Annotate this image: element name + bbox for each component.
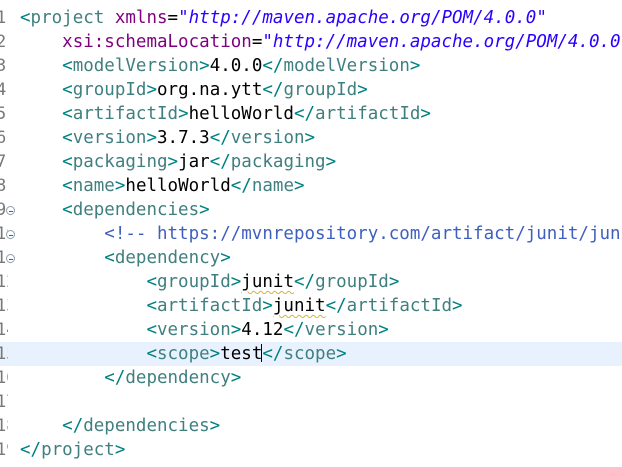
xml-tag: version xyxy=(304,320,379,340)
xml-tag: dependencies xyxy=(72,200,200,220)
code-text: </project> xyxy=(20,440,126,460)
code-line-13[interactable]: 13 <artifactId>junit</artifactId> xyxy=(0,294,622,318)
line-number: 12 xyxy=(0,272,8,292)
fold-collapse-icon[interactable] xyxy=(6,254,15,263)
code-text: <scope>test</scope> xyxy=(146,344,347,364)
xml-value: junit xyxy=(272,296,326,316)
fold-collapse-icon[interactable] xyxy=(6,206,15,215)
line-number: 17 xyxy=(0,392,8,412)
xml-tag: project xyxy=(41,440,115,460)
code-line-8[interactable]: 8 <name>helloWorld</name> xyxy=(0,174,622,198)
code-text: <version>4.12</version> xyxy=(146,320,389,340)
code-text: <groupId>org.na.ytt</groupId> xyxy=(62,80,368,100)
xml-comment: <!-- https://mvnrepository.com/artifact/… xyxy=(104,224,622,244)
xml-tag: name xyxy=(251,176,294,196)
xml-tag: artifactId xyxy=(315,104,421,124)
xml-tag: modelVersion xyxy=(72,56,200,76)
line-number: 19 xyxy=(0,440,8,460)
xml-attribute: xsi:schemaLocation xyxy=(62,32,252,52)
code-line-5[interactable]: 5 <artifactId>helloWorld</artifactId> xyxy=(0,102,622,126)
line-number: 18 xyxy=(0,416,8,436)
code-text: <artifactId>helloWorld</artifactId> xyxy=(62,104,431,124)
line-number: 14 xyxy=(0,320,8,340)
code-text: <artifactId>junit</artifactId> xyxy=(146,296,463,316)
code-text: <version>3.7.3</version> xyxy=(62,128,316,148)
xml-value: helloWorld xyxy=(125,176,231,196)
xml-tag: artifactId xyxy=(346,296,453,316)
xml-tag: scope xyxy=(283,344,337,364)
code-text: </dependencies> xyxy=(62,416,221,436)
code-line-9[interactable]: 9 <dependencies> xyxy=(0,198,622,222)
xml-tag: modelVersion xyxy=(283,56,410,76)
code-line-7[interactable]: 7 <packaging>jar</packaging> xyxy=(0,150,622,174)
code-text: </dependency> xyxy=(104,368,242,388)
code-text: <modelVersion>4.0.0</modelVersion> xyxy=(62,56,421,76)
line-number: 5 xyxy=(0,104,7,124)
line-number: 4 xyxy=(0,80,7,100)
xml-tag: dependency xyxy=(125,368,231,388)
xml-string: "http://maven.apache.org/POM/4.0.0 http:… xyxy=(262,32,621,52)
xml-value: 3.7.3 xyxy=(157,128,210,148)
xml-value: test xyxy=(220,344,263,364)
code-text: <project xmlns="http://maven.apache.org/… xyxy=(20,8,547,28)
line-number: 15 xyxy=(0,344,8,364)
xml-tag: groupId xyxy=(72,80,147,100)
xml-tag: dependencies xyxy=(83,416,210,436)
code-line-14[interactable]: 14 <version>4.12</version> xyxy=(0,318,622,342)
xml-tag: version xyxy=(230,128,305,148)
code-line-1[interactable]: 1 <project xmlns="http://maven.apache.or… xyxy=(0,6,622,30)
code-text: <dependency> xyxy=(104,248,231,268)
xml-value: junit xyxy=(241,272,294,292)
code-text: xsi:schemaLocation="http://maven.apache.… xyxy=(20,30,622,54)
xml-tag: project xyxy=(30,8,105,28)
fold-collapse-icon[interactable] xyxy=(6,230,15,239)
code-text: <!-- https://mvnrepository.com/artifact/… xyxy=(20,222,622,246)
code-line-12[interactable]: 12 <groupId>junit</groupId> xyxy=(0,270,622,294)
xml-value: 4.0.0 xyxy=(209,56,263,76)
code-line-4[interactable]: 4 <groupId>org.na.ytt</groupId> xyxy=(0,78,622,102)
xml-tag: groupId xyxy=(315,272,389,292)
xml-tag: scope xyxy=(156,344,210,364)
code-text: <packaging>jar</packaging> xyxy=(62,152,337,172)
code-line-2[interactable]: 2 xsi:schemaLocation="http://maven.apach… xyxy=(0,30,622,54)
xml-tag: packaging xyxy=(230,152,326,172)
line-number: 7 xyxy=(0,152,7,172)
line-number: 8 xyxy=(0,176,7,196)
line-number: 2 xyxy=(0,32,7,52)
code-line-16[interactable]: 16 </dependency> xyxy=(0,366,622,390)
xml-attribute: xmlns xyxy=(114,8,168,28)
xml-value: helloWorld xyxy=(188,104,294,124)
xml-value: 4.12 xyxy=(241,320,284,340)
code-line-3[interactable]: 3 <modelVersion>4.0.0</modelVersion> xyxy=(0,54,622,78)
line-number: 6 xyxy=(0,128,7,148)
xml-value: org.na.ytt xyxy=(157,80,263,100)
code-text: <name>helloWorld</name> xyxy=(62,176,305,196)
code-line-6[interactable]: 6 <version>3.7.3</version> xyxy=(0,126,622,150)
code-text: <dependencies> xyxy=(62,200,210,220)
xml-tag: groupId xyxy=(156,272,231,292)
xml-value: jar xyxy=(178,152,210,172)
code-line-11[interactable]: 11 <dependency> xyxy=(0,246,622,270)
line-number: 3 xyxy=(0,56,7,76)
xml-tag: packaging xyxy=(72,152,168,172)
code-line-19[interactable]: 19 </project> xyxy=(0,438,622,462)
xml-tag: artifactId xyxy=(72,104,179,124)
line-number: 13 xyxy=(0,296,8,316)
xml-tag: version xyxy=(156,320,231,340)
xml-tag: artifactId xyxy=(156,296,263,316)
xml-string: "http://maven.apache.org/POM/4.0.0" xyxy=(178,8,547,28)
code-line-18[interactable]: 18 </dependencies> xyxy=(0,414,622,438)
code-line-10[interactable]: 10 <!-- https://mvnrepository.com/artifa… xyxy=(0,222,622,246)
xml-tag: version xyxy=(72,128,147,148)
code-line-17[interactable]: 17 xyxy=(0,390,622,414)
xml-tag: name xyxy=(72,176,115,196)
xml-tag: dependency xyxy=(114,248,221,268)
xml-tag: groupId xyxy=(283,80,358,100)
code-line-15-current[interactable]: 15 <scope>test</scope> xyxy=(0,342,622,366)
line-number: 16 xyxy=(0,368,8,388)
code-text: <groupId>junit</groupId> xyxy=(146,272,400,292)
line-number: 1 xyxy=(0,8,7,28)
xml-editor[interactable]: 1 <project xmlns="http://maven.apache.or… xyxy=(0,0,622,467)
